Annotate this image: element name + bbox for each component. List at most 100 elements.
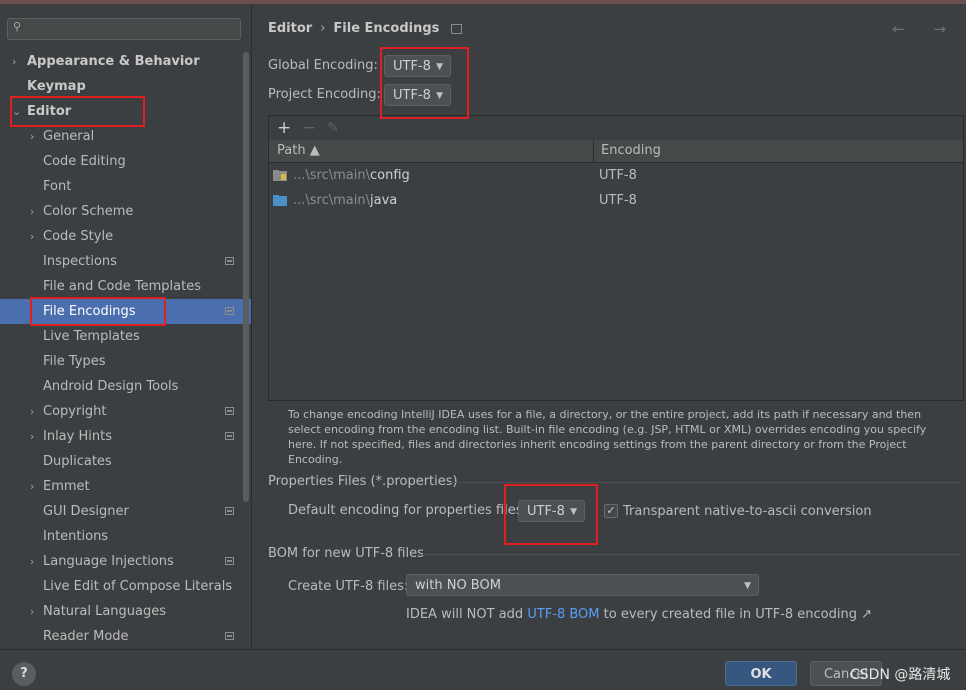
tree-item-label: Language Injections <box>43 554 174 569</box>
tree-item-label: File Types <box>43 354 106 369</box>
tree-item-label: Inspections <box>43 254 117 269</box>
tree-item-code-style[interactable]: › Code Style <box>0 224 251 249</box>
tree-item-general[interactable]: › General <box>0 124 251 149</box>
tree-item-reader-mode[interactable]: Reader Mode <box>0 624 251 649</box>
project-scope-icon <box>225 407 234 415</box>
tree-item-label: Android Design Tools <box>43 379 179 394</box>
path-cell: ...\src\main\config <box>293 163 410 188</box>
column-header-encoding[interactable]: Encoding <box>601 140 661 162</box>
tree-item-label: Intentions <box>43 529 109 544</box>
back-forward-arrows[interactable]: ← → <box>892 20 958 38</box>
tree-item-emmet[interactable]: › Emmet <box>0 474 251 499</box>
chevron-right-icon: › <box>30 555 35 568</box>
tree-item-label: General <box>43 129 95 144</box>
tree-item-label: Code Style <box>43 229 114 244</box>
tree-item-font[interactable]: Font <box>0 174 251 199</box>
path-encoding-table: + − ✎ Path ▲ Encoding ...\src\main\confi… <box>268 115 964 401</box>
project-scope-icon <box>225 257 234 265</box>
project-encoding-label: Project Encoding: <box>268 87 381 102</box>
tree-item-label: Font <box>43 179 72 194</box>
encoding-cell[interactable]: UTF-8 <box>599 163 637 188</box>
search-icon: ⚲ <box>13 20 22 33</box>
tree-item-label: Live Edit of Compose Literals <box>43 579 233 594</box>
tree-item-label: Appearance & Behavior <box>27 54 200 69</box>
tree-item-live-edit-compose[interactable]: Live Edit of Compose Literals <box>0 574 251 599</box>
path-prefix: ...\src\main\ <box>293 193 370 208</box>
breadcrumb-parent[interactable]: Editor <box>268 21 312 36</box>
tree-item-label: File Encodings <box>43 304 136 319</box>
tree-item-inspections[interactable]: Inspections <box>0 249 251 274</box>
dropdown-arrow-icon: ▼ <box>436 62 443 72</box>
tree-item-editor[interactable]: ⌄ Editor <box>0 99 251 124</box>
tree-item-label: Live Templates <box>43 329 140 344</box>
column-header-path[interactable]: Path ▲ <box>277 140 320 162</box>
breadcrumb-separator: › <box>320 21 326 36</box>
project-scope-icon <box>225 507 234 515</box>
tree-item-label: Copyright <box>43 404 107 419</box>
tree-item-keymap[interactable]: Keymap <box>0 74 251 99</box>
encoding-cell[interactable]: UTF-8 <box>599 188 637 213</box>
properties-default-label: Default encoding for properties files: <box>288 503 527 518</box>
table-row[interactable]: ...\src\main\java UTF-8 <box>269 188 963 213</box>
create-utf8-select[interactable]: with NO BOM ▼ <box>406 574 759 596</box>
global-encoding-value: UTF-8 <box>393 59 431 74</box>
section-divider <box>418 554 960 555</box>
tree-item-live-templates[interactable]: Live Templates <box>0 324 251 349</box>
chevron-right-icon: › <box>30 480 35 493</box>
remove-icon[interactable]: − <box>302 118 316 138</box>
column-divider[interactable] <box>593 140 594 162</box>
tree-item-natural-languages[interactable]: › Natural Languages <box>0 599 251 624</box>
global-encoding-select[interactable]: UTF-8 ▼ <box>384 55 451 77</box>
project-encoding-select[interactable]: UTF-8 ▼ <box>384 84 451 106</box>
tree-item-label: File and Code Templates <box>43 279 201 294</box>
project-scope-icon <box>225 557 234 565</box>
path-cell: ...\src\main\java <box>293 188 397 213</box>
bom-section-title: BOM for new UTF-8 files <box>268 546 424 561</box>
tree-item-duplicates[interactable]: Duplicates <box>0 449 251 474</box>
dropdown-arrow-icon: ▼ <box>436 91 443 101</box>
chevron-down-icon: ⌄ <box>12 105 22 118</box>
section-divider <box>448 482 960 483</box>
encoding-help-text: To change encoding IntelliJ IDEA uses fo… <box>288 408 927 466</box>
help-button[interactable]: ? <box>12 662 36 686</box>
breadcrumb-current: File Encodings <box>333 21 440 36</box>
chevron-right-icon: › <box>30 230 35 243</box>
chevron-right-icon: › <box>30 405 35 418</box>
resource-folder-icon <box>273 170 287 181</box>
tree-item-gui-designer[interactable]: GUI Designer <box>0 499 251 524</box>
ok-button[interactable]: OK <box>725 661 797 686</box>
project-scope-icon <box>225 632 234 640</box>
chevron-right-icon: › <box>30 130 35 143</box>
bom-note-pre: IDEA will NOT add <box>406 607 528 622</box>
breadcrumb: Editor › File Encodings <box>268 21 463 36</box>
tree-item-file-types[interactable]: File Types <box>0 349 251 374</box>
tree-item-intentions[interactable]: Intentions <box>0 524 251 549</box>
sidebar-scrollbar[interactable] <box>243 52 249 502</box>
tree-item-code-editing[interactable]: Code Editing <box>0 149 251 174</box>
tree-item-label: Code Editing <box>43 154 126 169</box>
transparent-conversion-label[interactable]: Transparent native-to-ascii conversion <box>623 504 872 519</box>
tree-item-inlay-hints[interactable]: › Inlay Hints <box>0 424 251 449</box>
table-row[interactable]: ...\src\main\config UTF-8 <box>269 163 963 188</box>
tree-item-color-scheme[interactable]: › Color Scheme <box>0 199 251 224</box>
settings-search-input[interactable]: ⚲ <box>7 18 241 40</box>
tree-item-copyright[interactable]: › Copyright <box>0 399 251 424</box>
add-icon[interactable]: + <box>277 118 291 138</box>
tree-item-file-code-templates[interactable]: File and Code Templates <box>0 274 251 299</box>
chevron-right-icon: › <box>30 605 35 618</box>
tree-item-language-injections[interactable]: › Language Injections <box>0 549 251 574</box>
transparent-conversion-checkbox[interactable]: ✓ <box>604 504 618 518</box>
project-scope-icon <box>225 307 234 315</box>
edit-icon[interactable]: ✎ <box>327 120 339 136</box>
properties-encoding-select[interactable]: UTF-8 ▼ <box>518 500 585 522</box>
tree-item-android-design-tools[interactable]: Android Design Tools <box>0 374 251 399</box>
tree-item-label: GUI Designer <box>43 504 129 519</box>
table-toolbar: + − ✎ <box>269 116 963 141</box>
tree-item-appearance-behavior[interactable]: › Appearance & Behavior <box>0 49 251 74</box>
dropdown-arrow-icon: ▼ <box>744 581 751 591</box>
utf8-bom-link[interactable]: UTF-8 BOM <box>527 607 599 622</box>
tree-item-file-encodings[interactable]: File Encodings <box>0 299 251 324</box>
csdn-watermark: CSDN @路清城 <box>850 667 951 683</box>
bom-note: IDEA will NOT add UTF-8 BOM to every cre… <box>406 607 872 622</box>
bom-note-post: to every created file in UTF-8 encoding … <box>599 607 872 622</box>
